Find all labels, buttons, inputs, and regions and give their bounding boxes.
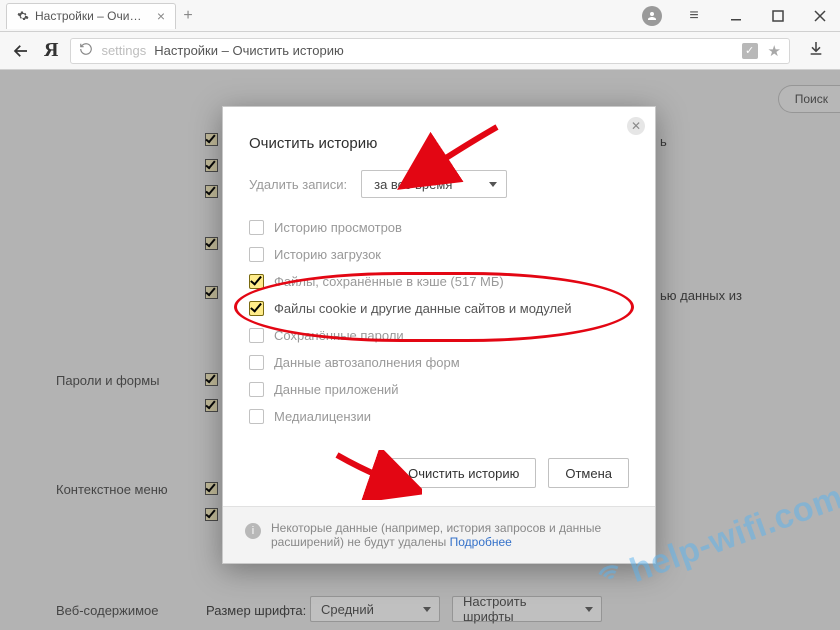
profile-avatar[interactable] — [632, 0, 672, 31]
clear-history-dialog: ✕ Очистить историю Удалить записи: за вс… — [222, 106, 656, 564]
clear-option-row[interactable]: Сохранённые пароли — [249, 322, 629, 349]
clear-history-button-label: Очистить историю — [408, 466, 519, 481]
tab-close-icon[interactable]: × — [157, 10, 165, 22]
clear-option-checkbox[interactable] — [249, 247, 264, 262]
clear-option-row[interactable]: Файлы cookie и другие данные сайтов и мо… — [249, 295, 629, 322]
gear-icon — [17, 10, 29, 22]
bookmark-star-icon[interactable]: ★ — [768, 42, 781, 60]
browser-toolbar: Я settings Настройки – Очистить историю … — [0, 32, 840, 70]
window-controls: ≡ — [632, 0, 840, 31]
clear-option-checkbox[interactable] — [249, 382, 264, 397]
clear-option-label: Медиалицензии — [274, 409, 371, 424]
menu-icon[interactable]: ≡ — [674, 0, 714, 31]
footer-text: Некоторые данные (например, история запр… — [271, 521, 601, 549]
clear-option-row[interactable]: Данные автозаполнения форм — [249, 349, 629, 376]
clear-history-button[interactable]: Очистить историю — [391, 458, 536, 488]
clear-option-row[interactable]: Данные приложений — [249, 376, 629, 403]
dialog-footer-text: Некоторые данные (например, история запр… — [271, 521, 633, 549]
back-button[interactable] — [10, 40, 32, 62]
window-minimize-button[interactable] — [716, 0, 756, 31]
tab-title: Настройки – Очистить и… — [35, 9, 145, 23]
time-range-select[interactable]: за всё время — [361, 170, 507, 198]
clear-option-row[interactable]: Историю просмотров — [249, 214, 629, 241]
clear-option-label: Файлы cookie и другие данные сайтов и мо… — [274, 301, 572, 316]
window-close-button[interactable] — [800, 0, 840, 31]
browser-titlebar: Настройки – Очистить и… × + ≡ — [0, 0, 840, 32]
clear-option-checkbox[interactable] — [249, 274, 264, 289]
clear-option-label: Историю просмотров — [274, 220, 402, 235]
url-title: Настройки – Очистить историю — [154, 43, 343, 58]
clear-options-list: Историю просмотров Историю загрузок Файлы,… — [249, 214, 629, 430]
browser-tab[interactable]: Настройки – Очистить и… × — [6, 3, 176, 29]
protect-shield-icon[interactable] — [742, 43, 758, 59]
cancel-button-label: Отмена — [565, 466, 612, 481]
downloads-icon[interactable] — [802, 40, 830, 61]
clear-option-label: Данные автозаполнения форм — [274, 355, 460, 370]
time-range-label: Удалить записи: — [249, 177, 347, 192]
clear-option-checkbox[interactable] — [249, 409, 264, 424]
new-tab-button[interactable]: + — [176, 7, 200, 25]
address-bar[interactable]: settings Настройки – Очистить историю ★ — [70, 38, 790, 64]
clear-option-checkbox[interactable] — [249, 220, 264, 235]
url-path: settings — [101, 43, 146, 58]
clear-option-checkbox[interactable] — [249, 328, 264, 343]
dialog-title: Очистить историю — [249, 135, 629, 152]
info-icon: i — [245, 523, 261, 539]
cancel-button[interactable]: Отмена — [548, 458, 629, 488]
clear-option-label: Данные приложений — [274, 382, 399, 397]
window-maximize-button[interactable] — [758, 0, 798, 31]
clear-option-row[interactable]: Файлы, сохранённые в кэше (517 МБ) — [249, 268, 629, 295]
clear-option-label: Сохранённые пароли — [274, 328, 404, 343]
clear-option-label: Файлы, сохранённые в кэше (517 МБ) — [274, 274, 504, 289]
yandex-icon[interactable]: Я — [44, 39, 58, 62]
clear-option-row[interactable]: Медиалицензии — [249, 403, 629, 430]
learn-more-link[interactable]: Подробнее — [450, 535, 512, 549]
clear-option-checkbox[interactable] — [249, 355, 264, 370]
dialog-close-button[interactable]: ✕ — [627, 117, 645, 135]
clear-option-checkbox[interactable] — [249, 301, 264, 316]
time-range-value: за всё время — [374, 177, 452, 192]
clear-option-label: Историю загрузок — [274, 247, 381, 262]
clear-option-row[interactable]: Историю загрузок — [249, 241, 629, 268]
reload-icon[interactable] — [79, 42, 93, 59]
